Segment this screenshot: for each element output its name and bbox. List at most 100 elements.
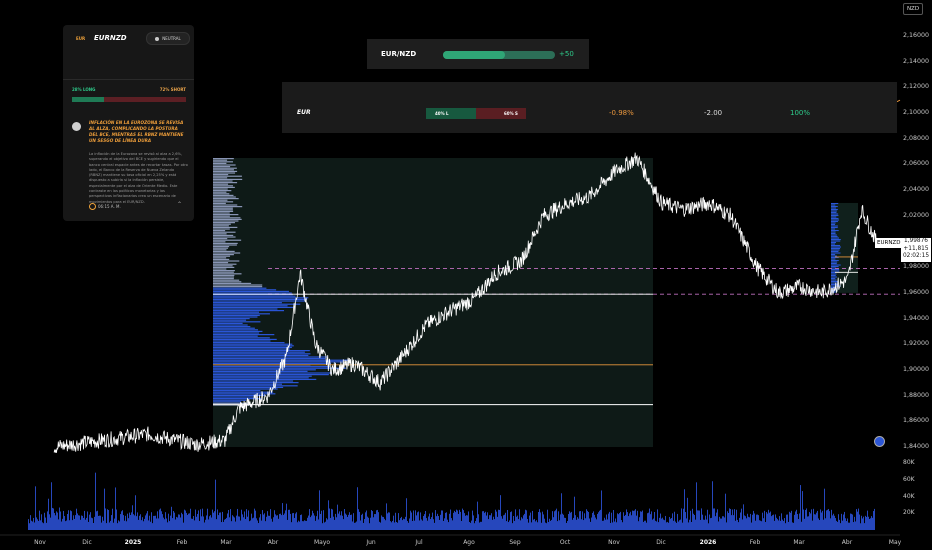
volume-bar — [686, 518, 687, 530]
profile-bar — [213, 276, 235, 278]
volume-bar — [588, 511, 589, 530]
profile-bar — [213, 343, 293, 345]
volume-bar — [733, 515, 734, 530]
volume-bar — [112, 508, 113, 530]
volume-bar — [274, 510, 275, 530]
volume-bar — [795, 511, 796, 530]
volume-bar — [709, 514, 710, 530]
volume-bar — [93, 522, 94, 530]
volume-bar — [651, 511, 652, 530]
volume-bar — [447, 519, 448, 530]
volume-bar — [325, 521, 326, 530]
volume-bar — [633, 510, 634, 530]
profile-bar — [213, 350, 310, 352]
volume-bar — [657, 509, 658, 530]
volume-bar — [524, 513, 525, 530]
profile-bar — [213, 362, 332, 365]
volume-bar — [139, 515, 140, 530]
volume-bar — [428, 516, 429, 530]
volume-bar — [706, 519, 707, 530]
profile-bar — [213, 311, 260, 313]
volume-bar — [59, 507, 60, 530]
volume-bar — [392, 520, 393, 530]
price-tick-label: 2,06000 — [903, 160, 930, 168]
profile-bar — [213, 375, 312, 377]
profile-bar — [213, 300, 305, 302]
volume-bar — [50, 517, 51, 530]
volume-bar — [834, 515, 835, 530]
volume-bar — [361, 514, 362, 530]
volume-bar — [543, 514, 544, 530]
volume-bar — [573, 517, 574, 530]
volume-bar — [404, 519, 405, 530]
volume-bar — [409, 518, 410, 530]
profile-bar — [213, 393, 276, 395]
volume-bar — [369, 523, 370, 530]
volume-bar — [318, 519, 319, 530]
volume-bar — [862, 518, 863, 530]
volume-bar — [829, 511, 830, 530]
profile-bar — [213, 217, 241, 219]
volume-bar — [470, 522, 471, 530]
indicator-settings-icon[interactable] — [874, 436, 885, 447]
volume-bar — [79, 515, 80, 530]
volume-bar — [130, 514, 131, 530]
profile-bar — [213, 290, 289, 293]
volume-bar — [586, 509, 587, 530]
volume-bar — [615, 518, 616, 530]
volume-bar — [641, 511, 642, 530]
profile-bar — [213, 249, 227, 251]
volume-bar — [857, 511, 858, 530]
currency-selector[interactable]: NZD — [903, 3, 923, 15]
volume-bar — [85, 519, 86, 530]
volume-bar — [452, 520, 453, 530]
volume-bar — [517, 515, 518, 530]
volume-bar — [487, 512, 488, 530]
volume-bar — [162, 514, 163, 530]
volume-bar — [78, 515, 79, 530]
volume-bar — [744, 515, 745, 530]
volume-bar — [120, 514, 121, 530]
volume-bar — [407, 521, 408, 530]
profile-bar — [213, 370, 308, 373]
volume-bar — [350, 514, 351, 530]
volume-bar — [54, 513, 55, 530]
volume-bar — [209, 516, 210, 530]
volume-bar — [80, 519, 81, 530]
volume-bar — [756, 514, 757, 530]
volume-bar — [853, 522, 854, 530]
volume-bar — [818, 518, 819, 530]
volume-bar — [761, 521, 762, 530]
profile-bar — [213, 374, 329, 376]
profile-bar — [213, 230, 226, 232]
time-tick-label: Jul — [415, 539, 423, 546]
volume-bar — [429, 513, 430, 530]
volume-bar — [250, 520, 251, 530]
volume-bar — [759, 520, 760, 530]
volume-bar — [399, 520, 400, 530]
profile-bar-recent — [831, 229, 839, 232]
volume-bar — [454, 510, 455, 530]
chevron-up-icon[interactable]: ⌃ — [177, 201, 182, 208]
volume-bar — [37, 519, 38, 530]
volume-bar — [533, 519, 534, 530]
volume-bar — [635, 509, 636, 530]
volume-bar — [124, 520, 125, 530]
volume-bar — [152, 523, 153, 530]
volume-bar — [60, 511, 61, 530]
volume-bar — [390, 521, 391, 530]
volume-bar — [357, 487, 358, 530]
volume-bar — [363, 522, 364, 530]
volume-bar — [210, 515, 211, 530]
volume-bar — [165, 512, 166, 530]
news-time: 06:15 A. M. — [98, 204, 121, 209]
volume-bar — [174, 512, 175, 530]
volume-bar — [578, 518, 579, 530]
volume-bar — [370, 517, 371, 530]
volume-bar — [177, 517, 178, 530]
volume-bar — [358, 509, 359, 530]
profile-bar — [213, 303, 301, 305]
profile-bar — [213, 287, 267, 289]
volume-bar — [328, 500, 329, 530]
profile-bar — [213, 338, 277, 341]
